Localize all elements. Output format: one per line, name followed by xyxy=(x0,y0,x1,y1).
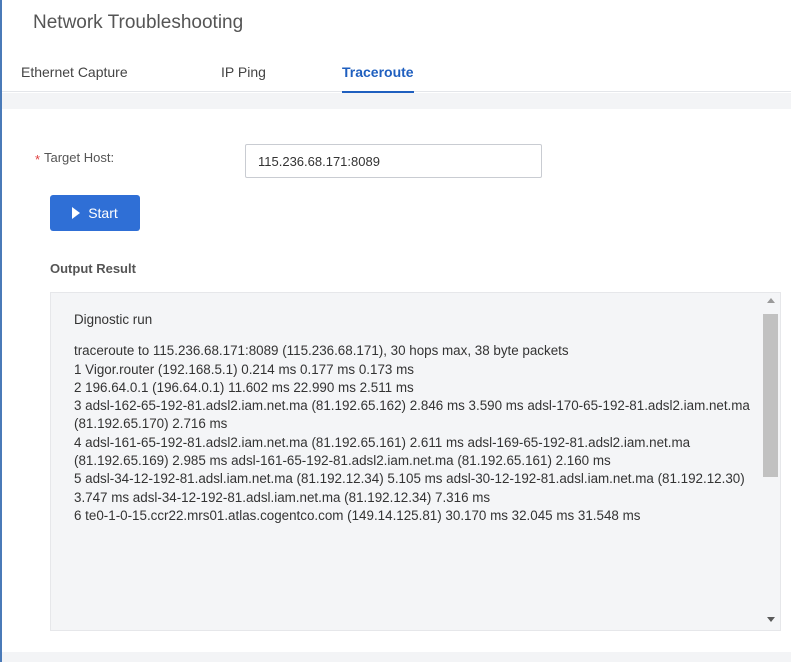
start-button[interactable]: Start xyxy=(50,195,140,231)
tab-ip-ping[interactable]: IP Ping xyxy=(221,64,266,92)
output-heading: Dignostic run xyxy=(74,312,153,327)
output-line: 3 adsl-162-65-192-81.adsl2.iam.net.ma (8… xyxy=(74,398,750,432)
footer-band xyxy=(2,652,791,662)
tab-bar: Ethernet Capture IP Ping Traceroute xyxy=(2,60,791,93)
tab-ethernet-capture[interactable]: Ethernet Capture xyxy=(21,64,128,92)
output-line: 2 196.64.0.1 (196.64.0.1) 11.602 ms 22.9… xyxy=(74,379,414,395)
chevron-down-icon[interactable] xyxy=(767,617,775,622)
output-result-title: Output Result xyxy=(50,261,136,276)
scroll-thumb[interactable] xyxy=(763,314,778,477)
output-line: 1 Vigor.router (192.168.5.1) 0.214 ms 0.… xyxy=(74,361,414,377)
output-text: Dignostic run traceroute to 115.236.68.1… xyxy=(74,311,764,525)
vertical-scrollbar[interactable] xyxy=(762,293,780,630)
tab-traceroute[interactable]: Traceroute xyxy=(342,64,414,93)
start-button-label: Start xyxy=(88,205,118,221)
output-line: 6 te0-1-0-15.ccr22.mrs01.atlas.cogentco.… xyxy=(74,507,641,523)
target-host-input[interactable] xyxy=(245,144,542,178)
window-frame: Network Troubleshooting Ethernet Capture… xyxy=(0,0,791,662)
target-host-label: Target Host: xyxy=(44,150,115,165)
play-icon xyxy=(72,207,81,219)
output-line: traceroute to 115.236.68.171:8089 (115.2… xyxy=(74,343,569,359)
chevron-up-icon[interactable] xyxy=(767,298,775,303)
output-line: 5 adsl-34-12-192-81.adsl.iam.net.ma (81.… xyxy=(74,471,745,505)
page-title: Network Troubleshooting xyxy=(33,12,244,33)
output-result-panel[interactable]: Dignostic run traceroute to 115.236.68.1… xyxy=(50,292,781,631)
required-mark: * xyxy=(35,152,41,167)
output-line: 4 adsl-161-65-192-81.adsl2.iam.net.ma (8… xyxy=(74,434,691,469)
section-divider xyxy=(2,93,791,109)
